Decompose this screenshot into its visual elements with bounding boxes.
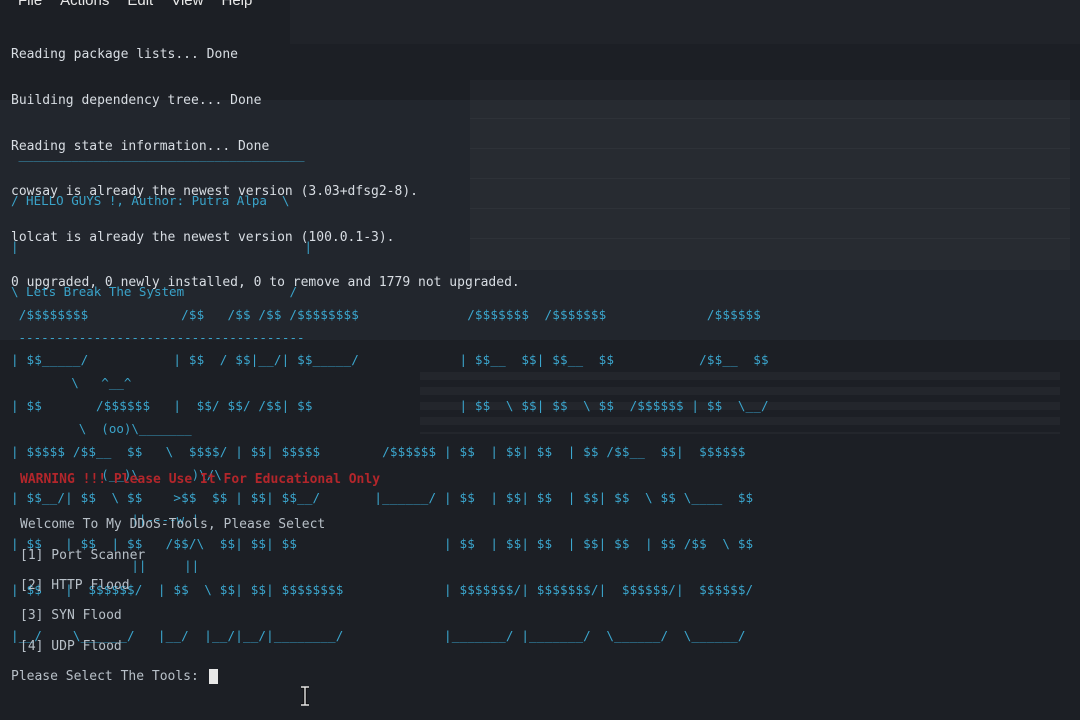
terminal-line: Building dependency tree... Done	[11, 93, 262, 108]
menu-edit[interactable]: Edit	[109, 0, 153, 11]
background-app-table	[470, 80, 1070, 270]
welcome-text: Welcome To My DDoS-Tools, Please Select	[20, 517, 326, 532]
menu-help[interactable]: Help	[203, 0, 252, 11]
prompt-label: Please Select The Tools:	[11, 669, 207, 684]
menu-view[interactable]: View	[153, 0, 203, 11]
terminal-line: Reading package lists... Done	[11, 47, 238, 63]
option-udp-flood: [4] UDP Flood	[20, 639, 122, 654]
background-row	[470, 118, 1070, 119]
cowsay-line: / HELLO GUYS !, Author: Putra Alpa \	[11, 193, 290, 209]
option-port-scanner: [1] Port Scanner	[20, 548, 146, 563]
text-cursor	[208, 669, 218, 684]
input-prompt[interactable]: Please Select The Tools:	[11, 669, 218, 684]
background-row	[470, 148, 1070, 149]
menu-bar: File Actions Edit View Help	[0, 0, 252, 11]
option-http-flood: [2] HTTP Flood	[20, 578, 130, 593]
banner-line: | $$__/| $$ \ $$ >$$ $$ | $$| $$__/ |___…	[11, 490, 754, 506]
menu-actions[interactable]: Actions	[42, 0, 109, 11]
warning-text: WARNING !!! Please Use It For Educationa…	[20, 472, 381, 487]
cowsay-line: ______________________________________	[11, 147, 305, 163]
menu-file[interactable]: File	[0, 0, 42, 11]
cowsay-line: | |	[11, 238, 313, 254]
terminal-window: File Actions Edit View Help Reading pack…	[0, 0, 1080, 720]
ibeam-cursor-icon	[301, 686, 309, 706]
option-syn-flood: [3] SYN Flood	[20, 608, 122, 623]
banner-line: | $$ /$$$$$$ | $$/ $$/ /$$| $$ | $$ \ $$…	[11, 398, 769, 414]
banner-line: /$$$$$$$$ /$$ /$$ /$$ /$$$$$$$$ /$$$$$$$…	[11, 306, 769, 322]
background-row	[470, 178, 1070, 179]
banner-line: |__/ \______/ |__/ |__/|__/|________/ |_…	[11, 627, 754, 643]
banner-line: | $$_____/ | $$ / $$|__/| $$_____/ | $$_…	[11, 352, 769, 368]
banner-line: | $$$$$ /$$__ $$ \ $$$$/ | $$| $$$$$ /$$…	[11, 444, 754, 460]
background-row	[470, 238, 1070, 239]
background-row	[470, 208, 1070, 209]
